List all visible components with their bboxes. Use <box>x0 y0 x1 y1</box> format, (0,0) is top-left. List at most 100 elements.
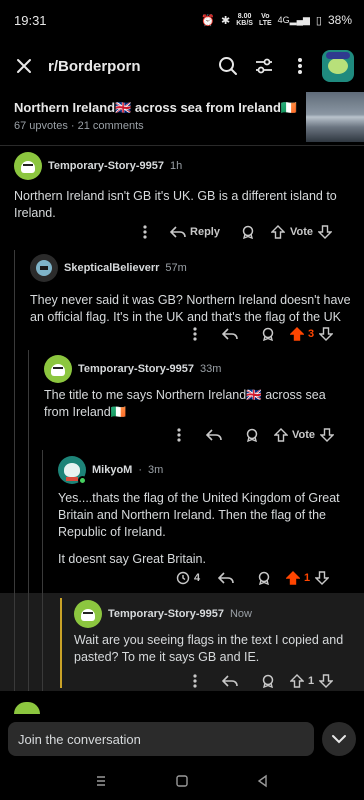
search-button[interactable] <box>210 56 246 76</box>
time-separator: · <box>138 464 143 476</box>
reply-button[interactable] <box>210 327 250 341</box>
comment-time: 1h <box>169 160 183 172</box>
downvote-button[interactable] <box>310 571 334 585</box>
vote-label: Vote <box>292 429 316 441</box>
downvote-button[interactable] <box>315 428 339 442</box>
avatar[interactable] <box>44 355 72 383</box>
upvote-button[interactable] <box>266 225 290 239</box>
status-bar: 19:31 ⏰ ✱ 8.00 KB/S Vo LTE 4G▂▄▆ ▯ 38% <box>0 0 364 40</box>
downvote-icon <box>315 571 330 585</box>
post-header[interactable]: Northern Ireland🇬🇧 across sea from Irela… <box>0 92 364 144</box>
post-thumbnail[interactable] <box>306 92 364 142</box>
clock: 19:31 <box>14 12 47 28</box>
highlight-bar <box>60 598 62 688</box>
thread-line <box>28 593 29 691</box>
upvote-button[interactable] <box>286 327 308 341</box>
more-options-button[interactable] <box>180 327 210 341</box>
downvote-button[interactable] <box>314 327 338 341</box>
award-icon <box>262 327 274 341</box>
comment-body: Wait are you seeing flags in the text I … <box>74 633 344 664</box>
comment-time: Now <box>229 608 252 620</box>
vote-label: Vote <box>290 226 314 238</box>
volte-label: Vo <box>261 13 270 20</box>
search-icon <box>219 57 237 75</box>
award-button[interactable] <box>246 571 282 585</box>
more-options-button[interactable] <box>130 225 160 239</box>
divider <box>0 145 364 146</box>
comment: MikyoM · 3m Yes....thats the flag of the… <box>58 456 354 568</box>
award-button[interactable] <box>250 327 286 341</box>
join-conversation-label: Join the conversation <box>18 731 141 747</box>
reply-button[interactable]: Reply <box>160 225 230 239</box>
award-button[interactable] <box>234 428 270 442</box>
more-vertical-icon <box>177 428 181 442</box>
reply-button[interactable] <box>194 428 234 442</box>
signal-icon: 4G▂▄▆ <box>277 14 310 25</box>
more-options-button[interactable] <box>164 428 194 442</box>
sort-button[interactable] <box>246 56 282 76</box>
recents-button[interactable] <box>94 774 108 793</box>
comment-actions: Reply Vote <box>130 222 354 242</box>
comment: Temporary-Story-9957 Now Wait are you se… <box>74 600 356 666</box>
upvote-button[interactable] <box>286 674 308 688</box>
subreddit-title[interactable]: r/Borderporn <box>48 58 210 75</box>
upvote-button[interactable] <box>282 571 304 585</box>
post-meta: 67 upvotes · 21 comments <box>14 120 144 132</box>
comment-author[interactable]: Temporary-Story-9957 <box>48 160 164 172</box>
award-button[interactable] <box>230 225 266 239</box>
post-title: Northern Ireland🇬🇧 across sea from Irela… <box>14 100 298 115</box>
sliders-icon <box>256 58 272 74</box>
signal-label: 4G <box>277 14 290 25</box>
more-vertical-icon <box>143 225 147 239</box>
avatar[interactable] <box>14 152 42 180</box>
comment-author[interactable]: MikyoM <box>92 464 132 476</box>
reply-icon <box>222 675 238 687</box>
avatar[interactable] <box>30 254 58 282</box>
reply-icon <box>206 429 222 441</box>
back-icon <box>258 774 268 787</box>
reply-button[interactable] <box>210 674 250 688</box>
home-button[interactable] <box>175 774 189 793</box>
award-icon <box>246 428 258 442</box>
upvote-icon <box>286 571 300 585</box>
app-bar: r/Borderporn <box>0 44 364 88</box>
thread-line <box>42 593 43 691</box>
online-indicator <box>78 476 87 485</box>
composer-bar: Join the conversation <box>0 710 364 766</box>
comment-author[interactable]: Temporary-Story-9957 <box>78 363 194 375</box>
battery-level: 38% <box>327 13 352 27</box>
comment: Temporary-Story-9957 1h Northern Ireland… <box>14 152 354 222</box>
user-avatar[interactable] <box>322 50 354 82</box>
downvote-button[interactable] <box>313 225 337 239</box>
comment-actions: 1 <box>180 671 354 691</box>
avatar[interactable] <box>74 600 102 628</box>
comment-body: Northern Ireland isn't GB it's UK. GB is… <box>14 189 337 220</box>
speed-value: 8.00 <box>237 13 252 20</box>
reply-icon <box>170 226 186 238</box>
awards-count: 4 <box>193 572 201 584</box>
next-comment-button[interactable] <box>322 722 356 756</box>
reply-label: Reply <box>190 226 220 238</box>
recents-icon <box>96 775 105 786</box>
join-conversation-input[interactable]: Join the conversation <box>8 722 314 756</box>
avatar <box>14 702 40 714</box>
awards-count-button[interactable]: 4 <box>170 571 206 585</box>
back-button[interactable] <box>256 774 270 793</box>
network-speed: 8.00 KB/S <box>236 13 253 27</box>
reply-button[interactable] <box>206 571 246 585</box>
upvote-button[interactable] <box>270 428 292 442</box>
more-options-button[interactable] <box>180 674 210 688</box>
overflow-menu-button[interactable] <box>282 57 318 75</box>
comment-time: 57m <box>165 262 187 274</box>
downvote-button[interactable] <box>314 674 338 688</box>
comment-body: The title to me says Northern Ireland🇬🇧 … <box>44 388 326 419</box>
comment-author[interactable]: SkepticalBelieverr <box>64 262 159 274</box>
chevron-down-icon <box>332 735 346 744</box>
lte-label: LTE <box>258 20 272 27</box>
close-button[interactable] <box>0 58 48 74</box>
comment-author[interactable]: Temporary-Story-9957 <box>108 608 224 620</box>
award-button[interactable] <box>250 674 286 688</box>
downvote-icon <box>320 428 335 442</box>
comment-body: Yes....thats the flag of the United King… <box>58 491 340 539</box>
downvote-icon <box>318 225 333 239</box>
